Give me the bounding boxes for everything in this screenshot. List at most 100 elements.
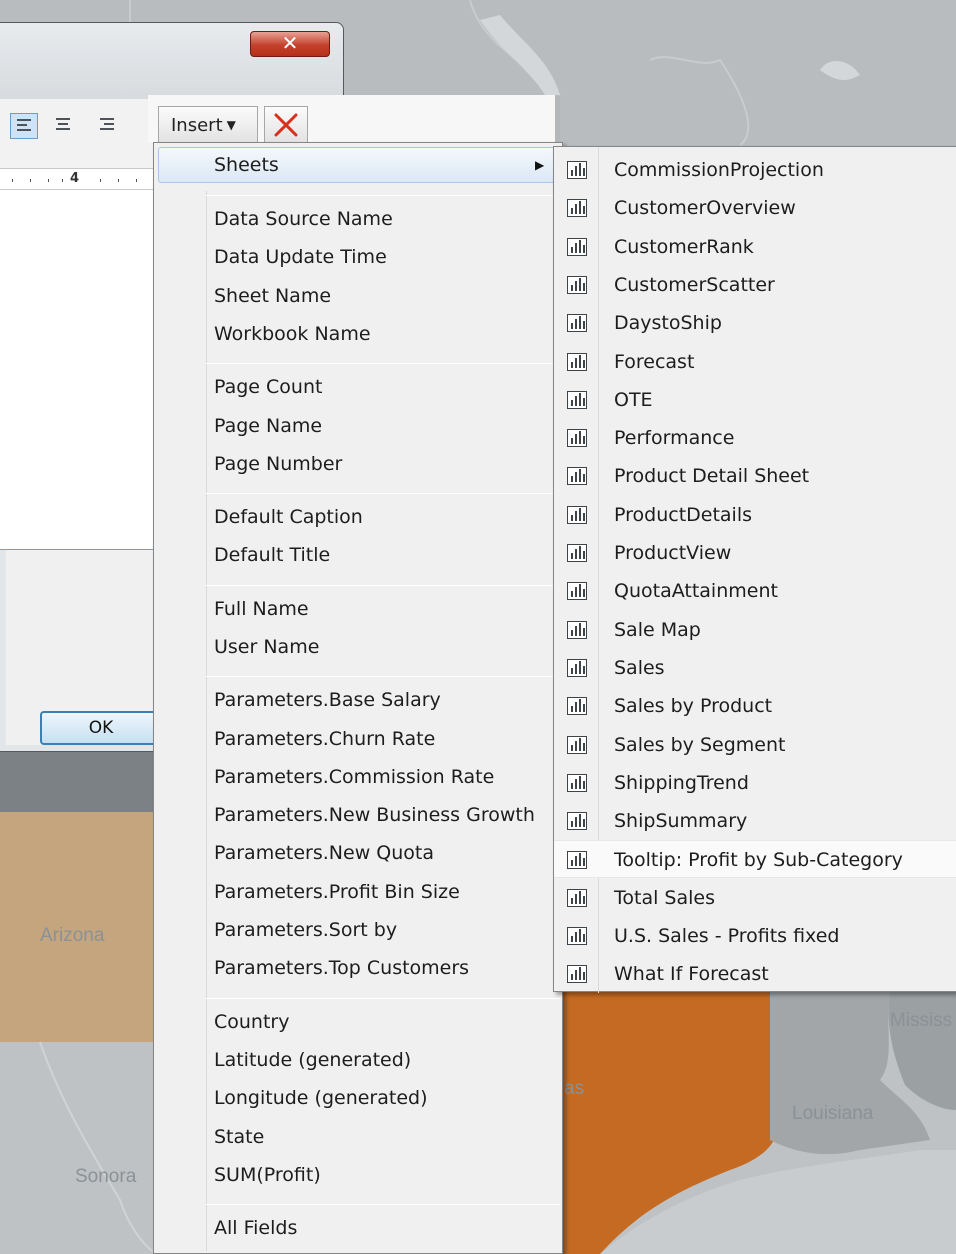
sheet-menu-item-label: QuotaAttainment xyxy=(614,580,778,602)
menu-item[interactable]: Parameters.New Quota xyxy=(214,837,434,869)
sheet-menu-item[interactable]: ProductDetails xyxy=(554,496,956,534)
map-label-sonora: Sonora xyxy=(75,1166,137,1187)
sheet-menu-item[interactable]: U.S. Sales - Profits fixed xyxy=(554,917,956,955)
menu-item[interactable]: Parameters.Profit Bin Size xyxy=(214,876,460,908)
bar-chart-icon xyxy=(567,544,587,562)
menu-item[interactable]: Page Count xyxy=(214,371,322,403)
sheet-menu-item[interactable]: Sales by Segment xyxy=(554,726,956,764)
sheet-menu-item-label: ShipSummary xyxy=(614,810,748,832)
menu-item[interactable]: Workbook Name xyxy=(214,318,371,350)
menu-item[interactable]: Data Source Name xyxy=(214,203,393,235)
menu-item[interactable]: Country xyxy=(214,1006,289,1038)
bar-chart-icon xyxy=(567,659,587,677)
menu-separator xyxy=(206,676,560,678)
align-left-button[interactable] xyxy=(10,113,38,139)
sheet-menu-item[interactable]: CustomerRank xyxy=(554,228,956,266)
sheet-menu-item[interactable]: CustomerOverview xyxy=(554,189,956,227)
sheet-menu-item[interactable]: ShipSummary xyxy=(554,802,956,840)
menu-separator xyxy=(206,363,560,365)
bar-chart-icon xyxy=(567,697,587,715)
menu-item[interactable]: Longitude (generated) xyxy=(214,1082,428,1114)
sheet-menu-item-label: Sales by Product xyxy=(614,695,773,717)
menu-item-sheets[interactable]: Sheets ▶ xyxy=(158,147,558,183)
menu-item[interactable]: Parameters.Top Customers xyxy=(214,952,469,984)
menu-separator xyxy=(206,1204,560,1206)
delete-button[interactable] xyxy=(264,106,308,144)
sheet-menu-item[interactable]: Sales xyxy=(554,649,956,687)
sheet-menu-item-label: CustomerOverview xyxy=(614,197,796,219)
bar-chart-icon xyxy=(567,774,587,792)
sheet-menu-item-label: ShippingTrend xyxy=(614,772,749,794)
menu-item[interactable]: Default Caption xyxy=(214,501,363,533)
menu-item[interactable]: State xyxy=(214,1121,264,1153)
bar-chart-icon xyxy=(567,314,587,332)
align-center-button[interactable] xyxy=(50,113,78,139)
menu-item-sheets-label: Sheets xyxy=(214,154,279,176)
sheet-menu-item[interactable]: Product Detail Sheet xyxy=(554,457,956,495)
submenu-arrow-icon: ▶ xyxy=(535,158,545,172)
sheet-menu-item[interactable]: Performance xyxy=(554,419,956,457)
map-label-texas: as xyxy=(564,1078,585,1099)
close-button[interactable]: ✕ xyxy=(250,31,330,57)
menu-item[interactable]: Parameters.Churn Rate xyxy=(214,723,435,755)
menu-item[interactable]: Parameters.Sort by xyxy=(214,914,397,946)
insert-menu: Sheets ▶ Data Source Name Data Update Tim… xyxy=(153,142,563,1254)
menu-item[interactable]: SUM(Profit) xyxy=(214,1159,321,1191)
dropdown-arrow-icon: ▼ xyxy=(226,118,236,132)
bar-chart-icon xyxy=(567,506,587,524)
sheet-menu-item[interactable]: What If Forecast xyxy=(554,955,956,993)
sheet-menu-item[interactable]: ShippingTrend xyxy=(554,764,956,802)
menu-item[interactable]: All Fields xyxy=(214,1212,297,1244)
sheet-menu-item-label: Performance xyxy=(614,427,735,449)
map-label-louisiana: Louisiana xyxy=(792,1103,874,1124)
sheet-menu-item[interactable]: Sales by Product xyxy=(554,687,956,725)
menu-item[interactable]: Full Name xyxy=(214,593,309,625)
menu-item[interactable]: Data Update Time xyxy=(214,241,387,273)
ok-button[interactable]: OK xyxy=(40,711,162,745)
sheet-menu-item[interactable]: Tooltip: Profit by Sub-Category xyxy=(554,840,956,878)
bar-chart-icon xyxy=(567,353,587,371)
menu-separator xyxy=(206,195,560,196)
align-right-button[interactable] xyxy=(94,113,122,139)
menu-item[interactable]: Page Name xyxy=(214,410,322,442)
menu-item[interactable]: Page Number xyxy=(214,448,342,480)
sheet-menu-item[interactable]: CommissionProjection xyxy=(554,151,956,189)
delete-x-icon xyxy=(274,113,298,137)
bar-chart-icon xyxy=(567,391,587,409)
sheet-menu-item-label: DaystoShip xyxy=(614,312,722,334)
menu-item[interactable]: Parameters.Base Salary xyxy=(214,684,441,716)
map-label-mississippi: Mississ xyxy=(890,1010,953,1031)
bar-chart-icon xyxy=(567,927,587,945)
sheet-menu-item-label: ProductView xyxy=(614,542,732,564)
sheet-menu-item[interactable]: OTE xyxy=(554,381,956,419)
text-editor[interactable] xyxy=(0,190,160,550)
map-label-arizona: Arizona xyxy=(40,925,105,946)
menu-item[interactable]: Default Title xyxy=(214,539,330,571)
bar-chart-icon xyxy=(567,238,587,256)
menu-separator xyxy=(206,584,560,586)
sheet-menu-item[interactable]: DaystoShip xyxy=(554,304,956,342)
menu-item[interactable]: Parameters.Commission Rate xyxy=(214,761,494,793)
sheet-menu-item-label: ProductDetails xyxy=(614,504,753,526)
menu-item[interactable]: User Name xyxy=(214,631,319,663)
menu-item[interactable]: Parameters.New Business Growth xyxy=(214,799,535,831)
sheet-menu-item[interactable]: Sale Map xyxy=(554,611,956,649)
sheet-menu-item-label: Sales xyxy=(614,657,665,679)
insert-button[interactable]: Insert ▼ xyxy=(158,106,258,144)
bar-chart-icon xyxy=(567,276,587,294)
bar-chart-icon xyxy=(567,851,587,869)
sheet-menu-item[interactable]: QuotaAttainment xyxy=(554,572,956,610)
menu-separator xyxy=(206,493,560,495)
sheet-menu-item[interactable]: ProductView xyxy=(554,534,956,572)
close-icon: ✕ xyxy=(281,31,299,55)
menu-separator xyxy=(206,997,560,999)
menu-item[interactable]: Latitude (generated) xyxy=(214,1044,411,1076)
sheet-menu-item[interactable]: CustomerScatter xyxy=(554,266,956,304)
menu-item[interactable]: Sheet Name xyxy=(214,280,331,312)
sheet-menu-item[interactable]: Total Sales xyxy=(554,879,956,917)
insert-button-label: Insert xyxy=(171,115,223,136)
sheet-menu-item-label: U.S. Sales - Profits fixed xyxy=(614,925,840,947)
bar-chart-icon xyxy=(567,199,587,217)
sheet-menu-item-label: Tooltip: Profit by Sub-Category xyxy=(614,849,903,871)
sheet-menu-item[interactable]: Forecast xyxy=(554,343,956,381)
